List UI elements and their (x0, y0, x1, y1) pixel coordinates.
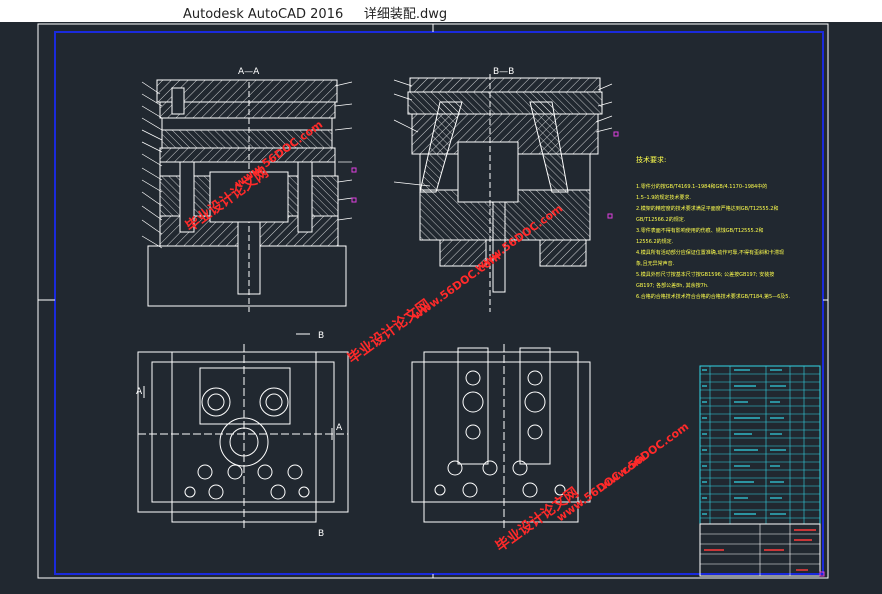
tech-req-line: 1.零件分的按GB/T4169.1–1984和GB/4.1170–1984中的 (636, 183, 767, 190)
view-label-a-right: A (336, 423, 343, 433)
view-label-a-left: A (136, 387, 143, 397)
tech-req-line: 4.模具所有活动部分应保证位置准确,动作可靠,不得有歪斜和卡滞现 (636, 249, 784, 256)
watermark-text: www.56DOC.com (598, 420, 691, 493)
tech-req-line: 5.模具外形尺寸按基本尺寸按GB1596; 公差按GB197; 安装按 (636, 271, 774, 278)
section-label-bb: B—B (493, 67, 514, 77)
section-label-aa: A—A (238, 67, 260, 77)
tech-requirements-title: 技术要求: (636, 155, 666, 164)
tech-req-line: 6.合格的合格技术技术符合合格的合格技术要求GB/T184,第5—6及5. (636, 293, 790, 300)
tech-req-line: GB/T12566.2的规定. (636, 216, 686, 223)
parts-list-rows (700, 366, 820, 524)
view-label-b-bottom: B (318, 529, 324, 539)
section-view-bb: B—B (407, 67, 603, 312)
window-title: Autodesk AutoCAD 2016 详细装配.dwg (183, 7, 448, 22)
tech-req-line: 1.5–1.9的规定技术要求. (636, 194, 691, 201)
view-label-b-top: B (318, 331, 324, 341)
tech-req-line: 12556.2的规定. (636, 238, 674, 245)
window-titlebar: Autodesk AutoCAD 2016 详细装配.dwg (0, 0, 882, 22)
parts-list-entries (702, 369, 786, 515)
tech-req-line: 象,且无异常声音. (636, 260, 675, 267)
cad-drawing: A—A B—B B B A A 技术要求: 1.零件分的按GB/T4169.1–… (37, 23, 829, 579)
tech-req-line: GB197; 各部公差8h, 其余按7h. (636, 282, 709, 289)
drawing-canvas[interactable]: A—A B—B B B A A 技术要求: 1.零件分的按GB/T4169.1–… (0, 22, 882, 594)
plan-view-moving-half (137, 344, 349, 530)
title-block (699, 365, 821, 577)
tech-requirements: 技术要求: 1.零件分的按GB/T4169.1–1984和GB/4.1170–1… (636, 155, 790, 300)
tech-req-line: 3.零件表面不得有影响使用的伤痕、锈蚀GB/T12555.2和 (636, 227, 764, 234)
tech-req-line: 2.模架的精密度的技术要求满足平面度严格达到GB/T12555.2和 (636, 205, 779, 212)
